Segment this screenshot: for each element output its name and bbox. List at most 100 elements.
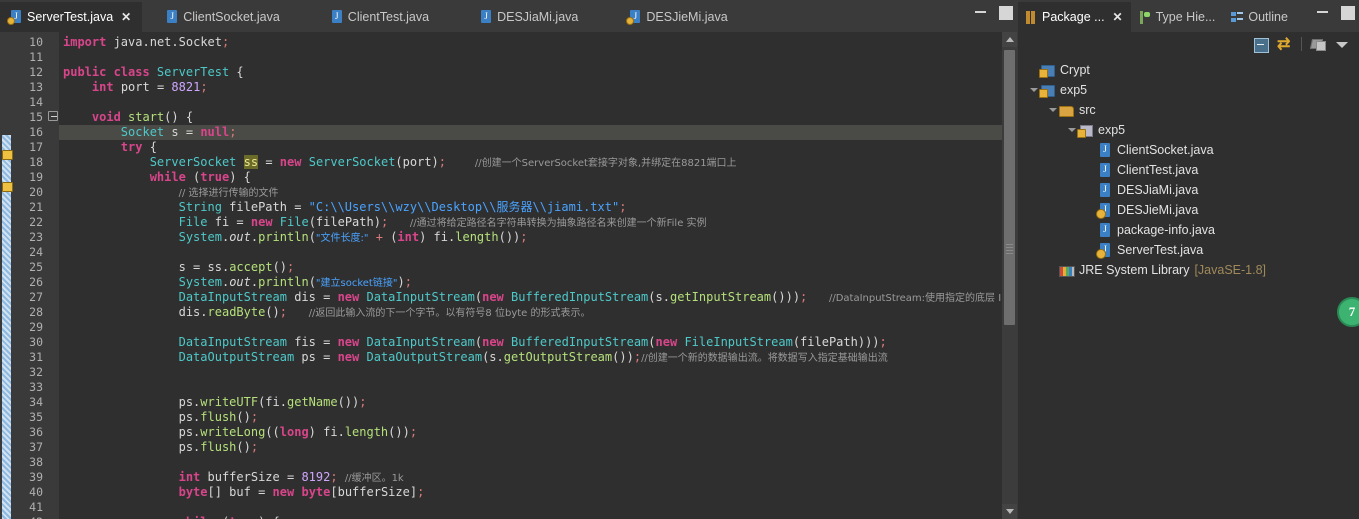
code-line[interactable]: ps.writeLong((long) fi.length()); — [59, 425, 1017, 440]
code-line[interactable]: byte[] buf = new byte[bufferSize]; — [59, 485, 1017, 500]
code-line[interactable]: ServerSocket ss = new ServerSocket(port)… — [59, 155, 1017, 170]
code-token: accept — [229, 260, 273, 274]
code-token: File — [279, 215, 309, 229]
code-token: ) { — [258, 515, 280, 519]
minimize-view-icon[interactable] — [1316, 4, 1330, 18]
code-line[interactable]: try { — [59, 140, 1017, 155]
code-line[interactable] — [59, 500, 1017, 515]
editor-tab-desjiemi-java[interactable]: J DESJieMi.java — [619, 2, 738, 32]
tree-item-label: exp5 — [1098, 123, 1126, 137]
scroll-up-icon[interactable] — [1002, 32, 1017, 47]
code-line[interactable]: void start() { — [59, 110, 1017, 125]
editor-tab-clientsocket-java[interactable]: J ClientSocket.java — [156, 2, 291, 32]
tree-item-servertest-java[interactable]: ServerTest.java — [1018, 240, 1359, 260]
maximize-icon[interactable] — [997, 4, 1013, 20]
warning-marker-icon[interactable] — [1, 180, 13, 192]
code-line[interactable]: s = ss.accept(); — [59, 260, 1017, 275]
tree-item-jre-system-library[interactable]: JRE System Library [JavaSE-1.8] — [1018, 260, 1359, 280]
tree-item-clientsocket-java[interactable]: ClientSocket.java — [1018, 140, 1359, 160]
code-line[interactable] — [59, 455, 1017, 470]
folding-ruler[interactable] — [47, 32, 59, 519]
code-token: "C:\\Users\\wzy\\Desktop\\服务器\\jiami.txt… — [308, 200, 620, 214]
code-line[interactable]: while (true) { — [59, 170, 1017, 185]
code-token: getOutputStream — [503, 350, 613, 364]
editor-tab-desjiami-java[interactable]: J DESJiaMi.java — [470, 2, 589, 32]
tree-item-desjiami-java[interactable]: DESJiaMi.java — [1018, 180, 1359, 200]
view-tab-typehie[interactable]: Type Hie... — [1131, 2, 1224, 32]
warning-marker-icon[interactable] — [1, 148, 13, 160]
code-line[interactable] — [59, 320, 1017, 335]
code-token: ; — [250, 440, 259, 454]
expand-arrow-icon[interactable] — [1047, 100, 1058, 120]
editor-marker-gutter[interactable] — [0, 32, 14, 519]
code-text-area[interactable]: import java.net.Socket; public class Ser… — [59, 32, 1017, 519]
close-tab-icon[interactable]: ✕ — [121, 10, 131, 24]
editor-tabbar: J ServerTest.java ✕ J ClientSocket.java J Clie… — [0, 0, 1017, 33]
code-line[interactable]: public class ServerTest { — [59, 65, 1017, 80]
view-tab-package[interactable]: Package ... ✕ — [1018, 2, 1131, 32]
expand-arrow-icon[interactable] — [1066, 120, 1077, 140]
code-line[interactable]: DataInputStream dis = new DataInputStrea… — [59, 290, 1017, 305]
java-project-icon — [1039, 83, 1056, 98]
chevron-down-icon[interactable] — [1334, 37, 1350, 52]
tree-item-src[interactable]: src — [1018, 100, 1359, 120]
expand-arrow-icon[interactable] — [1028, 80, 1039, 100]
tree-item-exp5[interactable]: exp5 — [1018, 80, 1359, 100]
minimize-icon[interactable] — [974, 4, 988, 18]
code-token: flush — [200, 410, 237, 424]
code-line[interactable]: DataInputStream fis = new DataInputStrea… — [59, 335, 1017, 350]
link-editor-icon[interactable] — [1277, 34, 1293, 54]
editor-vertical-scrollbar[interactable] — [1002, 32, 1017, 519]
code-line[interactable]: // 选择进行传输的文件 — [59, 185, 1017, 200]
maximize-view-icon[interactable] — [1339, 4, 1355, 20]
view-menu-icon[interactable] — [1310, 37, 1326, 52]
code-line[interactable]: ps.flush(); — [59, 410, 1017, 425]
code-line[interactable]: int port = 8821; — [59, 80, 1017, 95]
tree-item-exp5[interactable]: exp5 — [1018, 120, 1359, 140]
view-tab-outline[interactable]: Outline — [1223, 2, 1296, 32]
code-line[interactable]: System.out.println("建立socket链接"); — [59, 275, 1017, 290]
code-line[interactable] — [59, 380, 1017, 395]
tree-item-crypt[interactable]: Crypt — [1018, 60, 1359, 80]
code-token: . — [496, 350, 504, 364]
collapse-all-icon[interactable] — [1253, 37, 1269, 53]
code-line[interactable] — [59, 95, 1017, 110]
code-line[interactable] — [59, 50, 1017, 65]
code-token: new — [272, 485, 295, 499]
code-line[interactable]: File fi = new File(filePath); //通过将给定路径名… — [59, 215, 1017, 230]
code-token: [bufferSize] — [330, 485, 418, 499]
code-line[interactable]: ps.writeUTF(fi.getName()); — [59, 395, 1017, 410]
code-line[interactable]: int bufferSize = 8192; //缓冲区。1k — [59, 470, 1017, 485]
code-line[interactable]: import java.net.Socket; — [59, 35, 1017, 50]
code-line[interactable]: while (true) { — [59, 515, 1017, 519]
code-line[interactable] — [59, 245, 1017, 260]
tree-vertical-scrollbar[interactable] — [1345, 56, 1359, 519]
scrollbar-thumb[interactable] — [1004, 50, 1015, 325]
tree-item-clienttest-java[interactable]: ClientTest.java — [1018, 160, 1359, 180]
code-line[interactable]: String filePath = "C:\\Users\\wzy\\Deskt… — [59, 200, 1017, 215]
code-token: //创建一个ServerSocket套接字对象,并绑定在8821端口上 — [474, 158, 737, 169]
close-view-icon[interactable]: ✕ — [1113, 10, 1123, 24]
editor-tab-servertest-java[interactable]: J ServerTest.java ✕ — [0, 2, 143, 33]
code-line[interactable]: dis.readByte(); //返回此输入流的下一个字节。以有符号8 位by… — [59, 305, 1017, 320]
code-line[interactable] — [59, 365, 1017, 380]
scroll-down-icon[interactable] — [1002, 504, 1017, 519]
code-line[interactable]: Socket s = null; — [59, 125, 1017, 140]
tree-item-desjiemi-java[interactable]: DESJieMi.java — [1018, 200, 1359, 220]
code-line[interactable]: ps.flush(); — [59, 440, 1017, 455]
code-line[interactable]: DataOutputStream ps = new DataOutputStre… — [59, 350, 1017, 365]
project-tree[interactable]: Cryptexp5srcexp5ClientSocket.javaClientT… — [1018, 56, 1359, 519]
tree-item-package-info-java[interactable]: package-info.java — [1018, 220, 1359, 240]
code-line[interactable]: System.out.println("文件长度:" + (int) fi.le… — [59, 230, 1017, 245]
fold-collapse-icon[interactable] — [48, 111, 58, 121]
editor-tab-clienttest-java[interactable]: J ClientTest.java — [321, 2, 440, 32]
code-token: ) fi — [419, 230, 449, 244]
status-badge[interactable]: 7 — [1337, 297, 1359, 327]
